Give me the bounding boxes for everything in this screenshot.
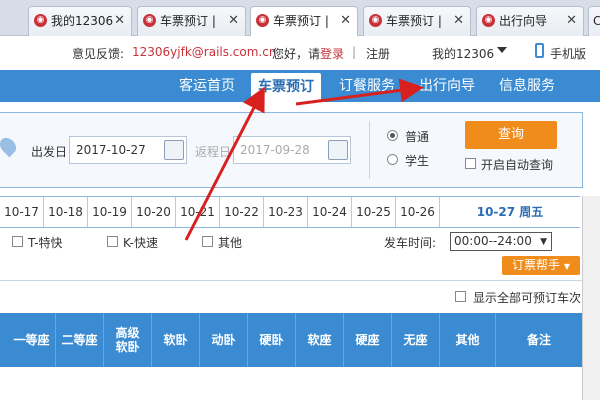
annotation-arrow [295, 78, 424, 106]
annotation-arrows [184, 78, 424, 241]
annotation-arrow [184, 86, 265, 241]
